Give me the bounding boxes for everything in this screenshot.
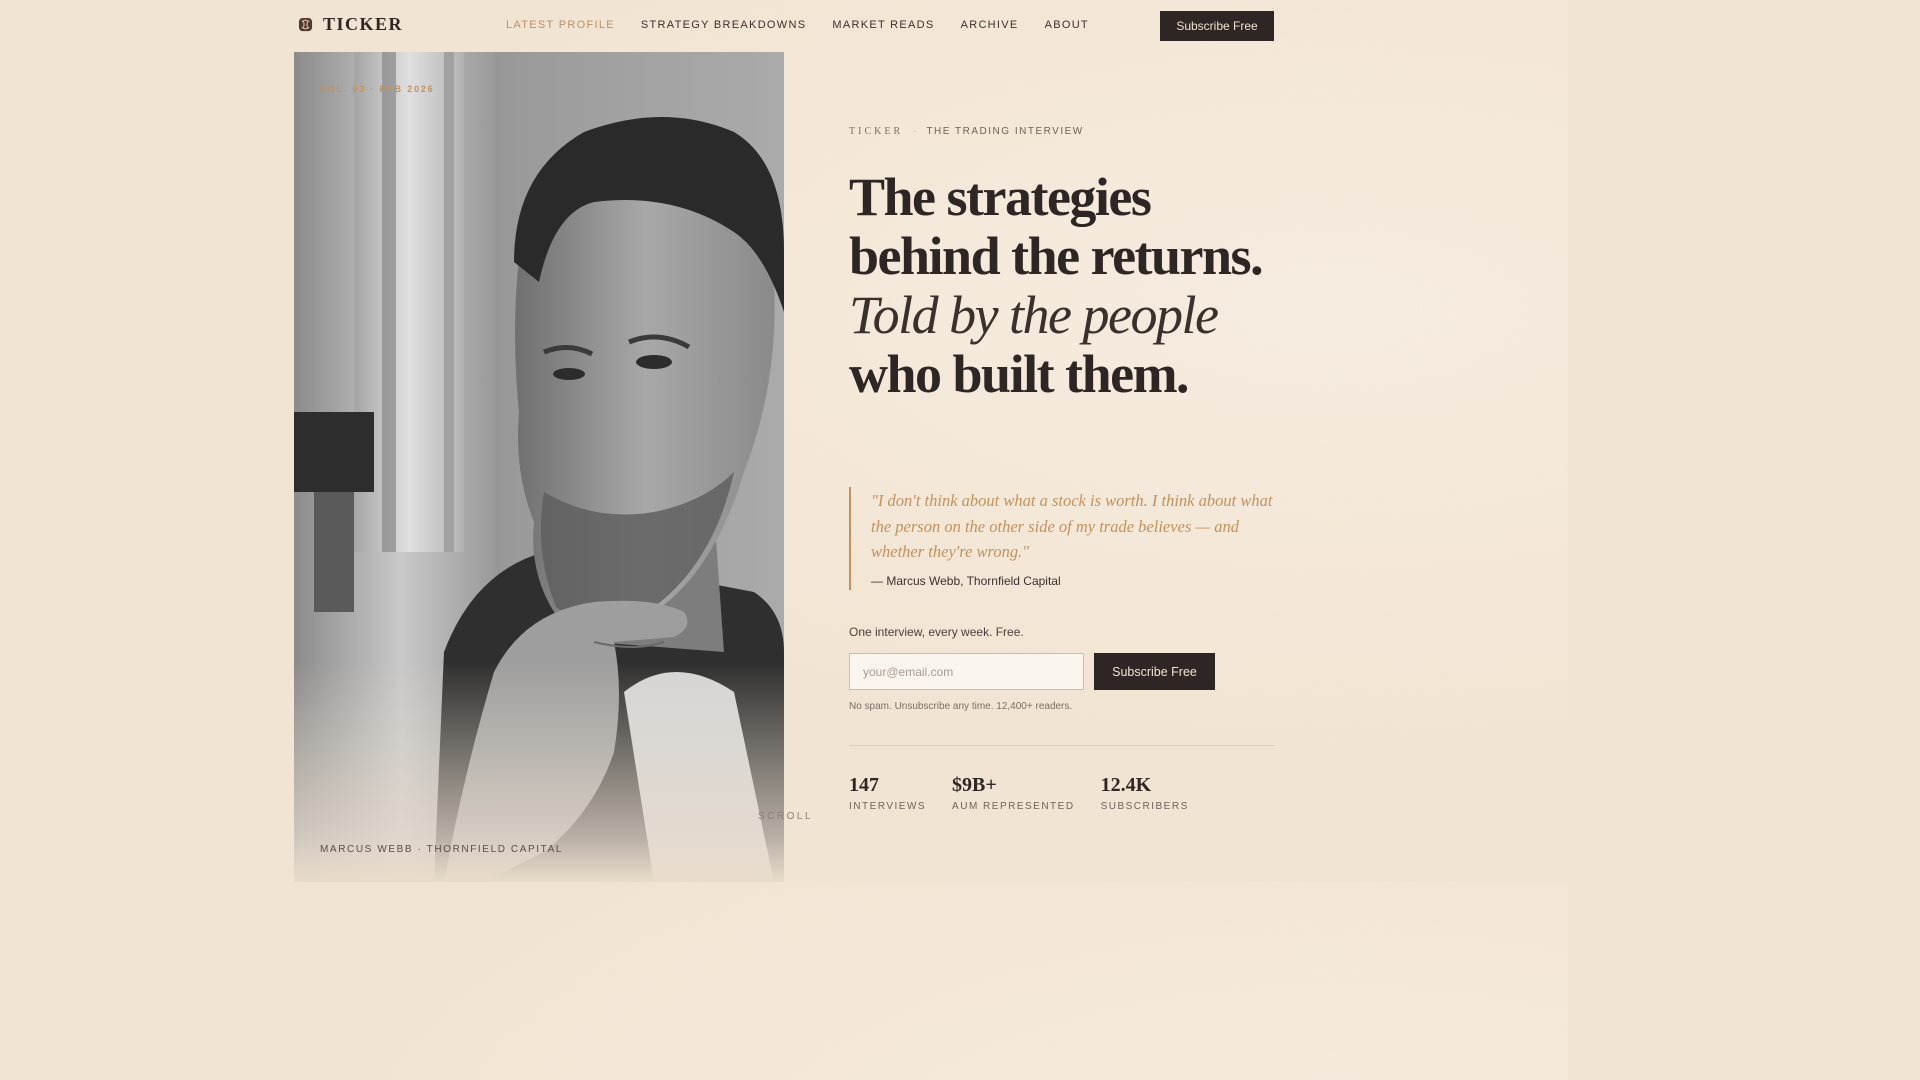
- headline-end: who built them.: [849, 344, 1190, 404]
- eyebrow: TICKER · THE TRADING INTERVIEW: [849, 126, 1084, 137]
- nav-archive[interactable]: ARCHIVE: [961, 19, 1019, 31]
- nav-about[interactable]: ABOUT: [1045, 19, 1089, 31]
- logo-icon: [298, 17, 313, 32]
- headline-bold: The strategies behind the returns.: [849, 167, 1264, 286]
- divider: [849, 745, 1275, 746]
- hero-headline: The strategies behind the returns. Told …: [849, 168, 1279, 404]
- subscribe-button[interactable]: Subscribe Free: [1094, 653, 1215, 690]
- nav-strategy-breakdowns[interactable]: STRATEGY BREAKDOWNS: [641, 19, 806, 31]
- email-input[interactable]: [849, 653, 1084, 690]
- logo-text: TICKER: [323, 14, 404, 34]
- eyebrow-separator: ·: [913, 126, 917, 137]
- issue-label: VOL. 03 · FEB 2026: [320, 84, 435, 94]
- signup-intro: One interview, every week. Free.: [849, 625, 1024, 639]
- stat-label: SUBSCRIBERS: [1100, 801, 1189, 812]
- stats-row: 147 INTERVIEWS $9B+ AUM REPRESENTED 12.4…: [849, 774, 1215, 812]
- site-header: TICKER LATEST PROFILE STRATEGY BREAKDOWN…: [0, 0, 1568, 52]
- scroll-indicator[interactable]: SCROLL: [758, 811, 813, 822]
- stat-subscribers: 12.4K SUBSCRIBERS: [1101, 774, 1189, 812]
- quote-attribution: — Marcus Webb, Thornfield Capital: [871, 573, 1061, 588]
- stat-label: INTERVIEWS: [849, 801, 927, 812]
- stat-value: 12.4K: [1100, 774, 1152, 796]
- stat-value: 147: [849, 774, 879, 796]
- eyebrow-brand: TICKER: [849, 126, 904, 137]
- quote-text: "I don't think about what a stock is wor…: [871, 491, 1273, 561]
- portrait-caption: MARCUS WEBB · THORNFIELD CAPITAL: [320, 844, 564, 855]
- stat-aum: $9B+ AUM REPRESENTED: [952, 774, 1075, 812]
- eyebrow-tag: THE TRADING INTERVIEW: [926, 126, 1084, 137]
- stat-value: $9B+: [952, 774, 997, 796]
- stat-label: AUM REPRESENTED: [952, 801, 1075, 812]
- headline-italic: Told by the people: [849, 285, 1219, 345]
- header-subscribe-button[interactable]: Subscribe Free: [1160, 11, 1274, 41]
- pull-quote: "I don't think about what a stock is wor…: [849, 487, 1279, 590]
- stat-interviews: 147 INTERVIEWS: [849, 774, 926, 812]
- nav-market-reads[interactable]: MARKET READS: [832, 19, 934, 31]
- nav-latest-profile[interactable]: LATEST PROFILE: [506, 19, 615, 31]
- signup-fine-print: No spam. Unsubscribe any time. 12,400+ r…: [849, 701, 1073, 712]
- logo[interactable]: TICKER: [298, 14, 403, 35]
- main-nav: LATEST PROFILE STRATEGY BREAKDOWNS MARKE…: [506, 19, 1115, 31]
